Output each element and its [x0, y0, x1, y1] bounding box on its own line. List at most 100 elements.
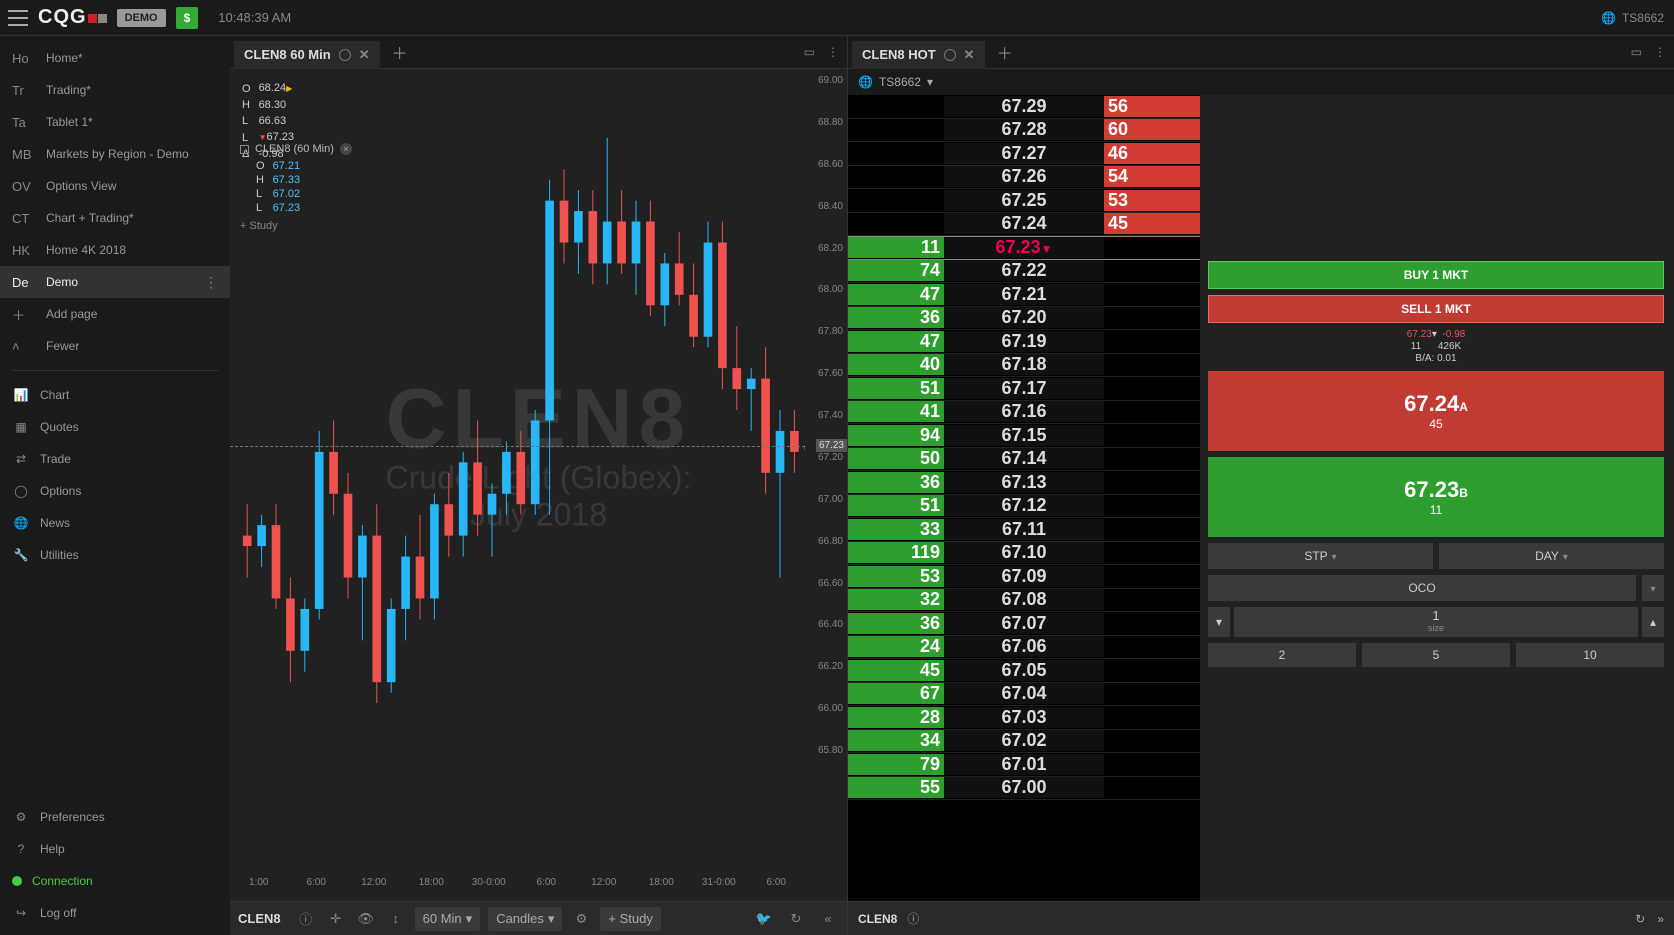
ladder-row[interactable]: 3367.11	[848, 518, 1200, 542]
sidebar-tool-trade[interactable]: ⇄Trade	[0, 443, 230, 475]
refresh-icon[interactable]: ↻	[785, 908, 807, 930]
sidebar-tool-utilities[interactable]: 🔧Utilities	[0, 539, 230, 571]
ladder-row[interactable]: 67.2746	[848, 142, 1200, 166]
sidebar-page-ta[interactable]: TaTablet 1*	[0, 106, 230, 138]
order-type-select[interactable]: STP	[1208, 543, 1433, 569]
ask-tile[interactable]: 67.24A 45	[1208, 371, 1664, 451]
chart-body[interactable]: CLEN8 Crude Light (Globex): July 2018 O6…	[230, 69, 847, 901]
buy-mkt-button[interactable]: BUY 1 MKT	[1208, 261, 1664, 289]
panel-menu-icon[interactable]: ⋮	[827, 45, 839, 59]
ladder-row[interactable]: 67.2860	[848, 119, 1200, 143]
ladder-row[interactable]: 4567.05	[848, 659, 1200, 683]
ladder-row[interactable]: 5567.00	[848, 777, 1200, 801]
ladder-row[interactable]: 67.2445	[848, 213, 1200, 237]
sell-mkt-button[interactable]: SELL 1 MKT	[1208, 295, 1664, 323]
ladder-row[interactable]: 7967.01	[848, 753, 1200, 777]
add-tab-icon[interactable]: ＋	[392, 40, 408, 64]
ladder-row[interactable]: 11967.10	[848, 542, 1200, 566]
twitter-icon[interactable]: 🐦	[753, 908, 775, 930]
balance-icon[interactable]: $	[176, 7, 199, 29]
sidebar-page-ho[interactable]: HoHome*	[0, 42, 230, 74]
sidebar-tool-quotes[interactable]: ▦Quotes	[0, 411, 230, 443]
ladder-row[interactable]: 2867.03	[848, 706, 1200, 730]
sidebar-page-mb[interactable]: MBMarkets by Region - Demo	[0, 138, 230, 170]
sidebar-page-de[interactable]: DeDemo⋮	[0, 266, 230, 298]
ladder-row[interactable]: 3667.13	[848, 471, 1200, 495]
panel-maximize-icon[interactable]: ▭	[1631, 45, 1642, 59]
ladder-row[interactable]: 5167.17	[848, 377, 1200, 401]
sidebar-page-tr[interactable]: TrTrading*	[0, 74, 230, 106]
ladder-row[interactable]: 67.2956	[848, 95, 1200, 119]
add-tab-icon[interactable]: ＋	[997, 40, 1013, 64]
expand-icon[interactable]: »	[1657, 912, 1664, 926]
dom-tab[interactable]: CLEN8 HOT ✕	[852, 41, 985, 69]
menu-icon[interactable]	[8, 10, 28, 26]
time-axis[interactable]: 1:006:0012:0018:0030-0:006:0012:0018:003…	[230, 877, 805, 901]
add-study-button[interactable]: + Study	[600, 907, 660, 931]
candlestick-chart[interactable]	[230, 69, 847, 901]
crosshair-icon[interactable]: ✛	[325, 908, 347, 930]
interval-select[interactable]: 60 Min ▾	[415, 907, 481, 931]
gear-icon[interactable]: ⚙	[570, 908, 592, 930]
ladder-row[interactable]: 4167.16	[848, 401, 1200, 425]
ladder-row[interactable]: 5167.12	[848, 495, 1200, 519]
price-axis[interactable]: 69.0068.8068.6068.4068.2068.0067.8067.60…	[805, 69, 847, 877]
dom-symbol[interactable]: CLEN8	[858, 912, 897, 926]
ladder-row[interactable]: 3667.07	[848, 612, 1200, 636]
ladder-row[interactable]: 67.2654	[848, 166, 1200, 190]
ladder-row[interactable]: 3267.08	[848, 589, 1200, 613]
sidebar-log-off[interactable]: ↪Log off	[0, 897, 230, 929]
size-down-button[interactable]: ▾	[1208, 607, 1230, 637]
sidebar-page-ct[interactable]: CTChart + Trading*	[0, 202, 230, 234]
resize-icon[interactable]: ↕	[385, 908, 407, 930]
tab-refresh-icon[interactable]	[339, 49, 351, 61]
ladder-row[interactable]: 4767.21	[848, 283, 1200, 307]
panel-maximize-icon[interactable]: ▭	[804, 45, 815, 59]
sidebar-preferences[interactable]: ⚙Preferences	[0, 801, 230, 833]
duration-select[interactable]: DAY	[1439, 543, 1664, 569]
fewer-pages[interactable]: ˄Fewer	[0, 330, 230, 362]
qty-preset-2[interactable]: 2	[1208, 643, 1356, 667]
bid-tile[interactable]: 67.23B 11	[1208, 457, 1664, 537]
info-icon[interactable]: ⓘ	[907, 910, 919, 927]
ladder-row[interactable]: 67.2553	[848, 189, 1200, 213]
sidebar-help[interactable]: ?Help	[0, 833, 230, 865]
size-input[interactable]: 1size	[1234, 607, 1638, 637]
ladder-row[interactable]: 5367.09	[848, 565, 1200, 589]
account-menu[interactable]: 🌐 TS8662	[1601, 11, 1664, 25]
sidebar-page-ov[interactable]: OVOptions View	[0, 170, 230, 202]
sidebar-connection[interactable]: Connection	[0, 865, 230, 897]
info-icon[interactable]: ⓘ	[295, 908, 317, 930]
ladder-row[interactable]: 4067.18	[848, 354, 1200, 378]
ladder-row[interactable]: 9467.15	[848, 424, 1200, 448]
dom-account-select[interactable]: 🌐 TS8662 ▾	[848, 69, 1674, 95]
qty-preset-10[interactable]: 10	[1516, 643, 1664, 667]
oco-select[interactable]: OCO	[1208, 575, 1636, 601]
panel-menu-icon[interactable]: ⋮	[1654, 45, 1666, 59]
ladder-trade-row[interactable]: 1167.23▼	[848, 236, 1200, 260]
sidebar-tool-news[interactable]: 🌐News	[0, 507, 230, 539]
tab-close-icon[interactable]: ✕	[359, 47, 370, 63]
qty-preset-5[interactable]: 5	[1362, 643, 1510, 667]
sidebar-page-hk[interactable]: HKHome 4K 2018	[0, 234, 230, 266]
chart-type-select[interactable]: Candles ▾	[488, 907, 562, 931]
oco-dropdown[interactable]	[1642, 575, 1664, 601]
tab-refresh-icon[interactable]	[944, 49, 956, 61]
ladder-row[interactable]: 7467.22	[848, 260, 1200, 284]
ladder-row[interactable]: 2467.06	[848, 636, 1200, 660]
ladder-row[interactable]: 3467.02	[848, 730, 1200, 754]
ladder-row[interactable]: 3667.20	[848, 307, 1200, 331]
sidebar-tool-chart[interactable]: 📊Chart	[0, 379, 230, 411]
ladder-row[interactable]: 5067.14	[848, 448, 1200, 472]
ladder-row[interactable]: 6767.04	[848, 683, 1200, 707]
dom-ladder[interactable]: 67.295667.286067.274667.265467.255367.24…	[848, 95, 1200, 901]
chart-tab[interactable]: CLEN8 60 Min ✕	[234, 41, 380, 69]
sidebar-tool-options[interactable]: ◯Options	[0, 475, 230, 507]
chart-symbol[interactable]: CLEN8	[238, 911, 281, 926]
ladder-row[interactable]: 4767.19	[848, 330, 1200, 354]
tab-close-icon[interactable]: ✕	[964, 47, 975, 63]
refresh-icon[interactable]: ↻	[1635, 912, 1645, 926]
eye-icon[interactable]: 👁	[355, 908, 377, 930]
collapse-icon[interactable]: «	[817, 908, 839, 930]
add-page[interactable]: ＋Add page	[0, 298, 230, 330]
